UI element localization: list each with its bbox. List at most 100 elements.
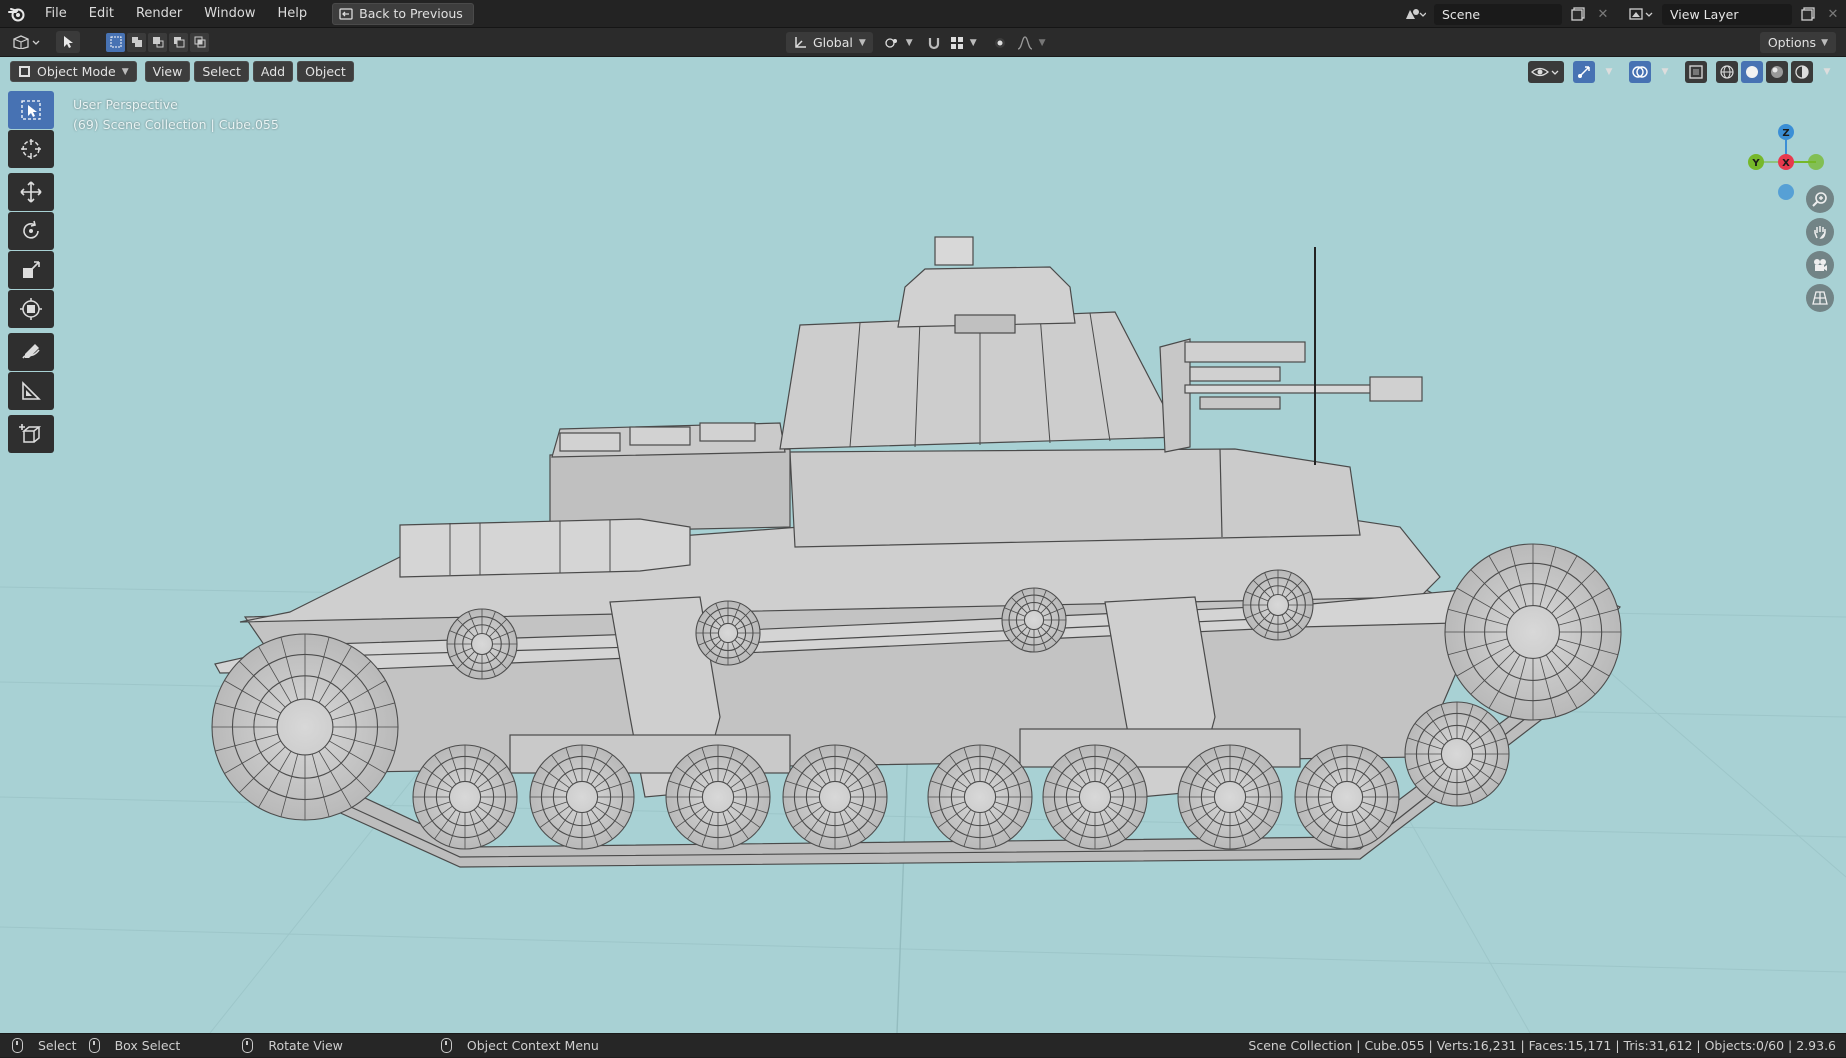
view-layer-text: View Layer	[1670, 6, 1739, 22]
move-tool-icon[interactable]	[8, 173, 54, 211]
select-box-tool-icon[interactable]	[8, 91, 54, 129]
front-idler-wheel	[211, 633, 399, 821]
perspective-toggle-grid-icon[interactable]	[1806, 284, 1834, 312]
viewport-shading-controls: ▼ ▼ ▼	[1528, 61, 1838, 83]
tool-shelf	[8, 91, 54, 454]
tank-model[interactable]	[0, 57, 1846, 1033]
rear-sprocket-wheel	[1444, 543, 1622, 721]
gizmo-y-label: Y	[1751, 158, 1760, 169]
snap-toggle[interactable]	[924, 32, 944, 53]
pivot-point-dropdown[interactable]: ▼	[877, 32, 920, 53]
road-wheel	[1042, 744, 1148, 850]
viewport-menu-select[interactable]: Select	[194, 61, 249, 82]
scale-tool-icon[interactable]	[8, 251, 54, 289]
status-rotate-label: Rotate View	[268, 1038, 343, 1053]
rendered-shading-icon[interactable]	[1791, 61, 1813, 83]
overlays-dropdown-icon[interactable]: ▼	[1654, 61, 1676, 83]
gizmo-toggle-icon[interactable]	[1573, 61, 1595, 83]
xray-toggle-icon[interactable]	[1685, 61, 1707, 83]
menu-render[interactable]: Render	[125, 0, 193, 28]
measure-tool-icon[interactable]	[8, 372, 54, 410]
snap-element-dropdown[interactable]: ▼	[948, 32, 979, 53]
status-select-label: Select	[38, 1038, 77, 1053]
return-roller	[695, 600, 761, 666]
select-intersect-icon[interactable]	[190, 32, 209, 52]
select-subtract-icon[interactable]	[148, 32, 167, 52]
transform-orientation-dropdown[interactable]: Global ▼	[786, 32, 873, 53]
zoom-view-icon[interactable]	[1806, 185, 1834, 213]
material-shading-icon[interactable]	[1766, 61, 1788, 83]
scene-statistics: Scene Collection | Cube.055 | Verts:16,2…	[1248, 1038, 1836, 1053]
rotate-tool-icon[interactable]	[8, 212, 54, 250]
snap-grid-icon	[950, 36, 963, 49]
falloff-curve-icon	[1017, 35, 1032, 50]
3d-viewport[interactable]: Object Mode ▼ View Select Add Object Use…	[0, 57, 1846, 1033]
mouse-left-icon	[12, 1038, 23, 1053]
viewport-menu-add[interactable]: Add	[252, 61, 294, 82]
gizmo-dropdown-icon[interactable]: ▼	[1598, 61, 1620, 83]
road-wheel	[927, 744, 1033, 850]
active-tool-cursor-icon[interactable]	[56, 31, 80, 53]
back-to-previous-button[interactable]: Back to Previous	[332, 2, 474, 25]
overlays-toggle-icon[interactable]	[1629, 61, 1651, 83]
new-scene-icon[interactable]	[1566, 4, 1590, 25]
menu-help[interactable]: Help	[267, 0, 319, 28]
tool-header: Global ▼ ▼ ▼ ▼ Options ▼	[0, 28, 1846, 57]
viewport-menu-view[interactable]: View	[144, 61, 191, 82]
select-extend-icon[interactable]	[127, 32, 146, 52]
collection-info-label: (69) Scene Collection | Cube.055	[73, 117, 279, 132]
menu-edit[interactable]: Edit	[78, 0, 125, 28]
new-view-layer-icon[interactable]	[1796, 4, 1820, 25]
road-wheel	[665, 744, 771, 850]
gizmo-neg-z-axis-icon	[1778, 184, 1794, 200]
annotate-tool-icon[interactable]	[8, 333, 54, 371]
solid-shading-icon[interactable]	[1741, 61, 1763, 83]
chevron-down-icon: ▼	[969, 37, 977, 48]
pan-view-hand-icon[interactable]	[1806, 218, 1834, 246]
camera-view-icon[interactable]	[1806, 251, 1834, 279]
status-bar: Select Box Select Rotate View Object Con…	[0, 1033, 1846, 1057]
viewport-menu-object[interactable]: Object	[297, 61, 354, 82]
transform-options: Global ▼ ▼ ▼ ▼	[786, 32, 1048, 53]
options-dropdown[interactable]: Options ▼	[1759, 32, 1836, 53]
magnet-icon	[928, 37, 939, 49]
menu-file[interactable]: File	[34, 0, 78, 28]
view-layer-field[interactable]: View Layer	[1662, 3, 1792, 25]
editor-type-icon[interactable]	[10, 31, 44, 53]
gizmo-z-label: Z	[1782, 128, 1789, 139]
scene-selector-icon[interactable]	[1400, 4, 1430, 25]
proportional-edit-toggle[interactable]	[989, 32, 1011, 53]
chevron-down-icon: ▼	[858, 37, 866, 48]
status-box-select-label: Box Select	[114, 1038, 181, 1053]
menu-window[interactable]: Window	[193, 0, 266, 28]
scene-name-text: Scene	[1442, 6, 1481, 22]
delete-scene-icon[interactable]: ✕	[1594, 4, 1612, 25]
add-cube-tool-icon[interactable]	[8, 415, 54, 453]
back-to-previous-label: Back to Previous	[359, 6, 463, 21]
view-layer-icon[interactable]	[1624, 4, 1658, 25]
proportional-falloff-dropdown[interactable]: ▼	[1015, 32, 1048, 53]
object-mode-icon	[19, 66, 30, 77]
cursor-tool-icon[interactable]	[8, 130, 54, 168]
transform-tool-icon[interactable]	[8, 290, 54, 328]
road-wheel	[529, 744, 635, 850]
return-roller	[1001, 587, 1067, 653]
select-new-icon[interactable]	[106, 32, 125, 52]
blender-logo-icon[interactable]	[0, 0, 34, 28]
viewport-info-overlay: User Perspective (69) Scene Collection |…	[73, 95, 279, 135]
scene-name-field[interactable]: Scene	[1434, 3, 1562, 25]
road-wheel	[1177, 744, 1283, 850]
viewport-header: Object Mode ▼ View Select Add Object	[10, 61, 354, 82]
object-mode-dropdown[interactable]: Object Mode ▼	[10, 61, 137, 82]
orientation-axes-icon	[795, 36, 806, 48]
options-label: Options	[1767, 35, 1817, 50]
mouse-drag-icon	[88, 1038, 100, 1053]
select-difference-icon[interactable]	[169, 32, 188, 52]
orientation-label: Global	[813, 35, 853, 50]
return-roller	[446, 608, 518, 680]
mouse-middle-icon	[242, 1038, 254, 1053]
shading-dropdown-icon[interactable]: ▼	[1816, 61, 1838, 83]
wireframe-shading-icon[interactable]	[1716, 61, 1738, 83]
visibility-eye-icon[interactable]	[1528, 61, 1564, 83]
delete-view-layer-icon[interactable]: ✕	[1824, 4, 1842, 25]
